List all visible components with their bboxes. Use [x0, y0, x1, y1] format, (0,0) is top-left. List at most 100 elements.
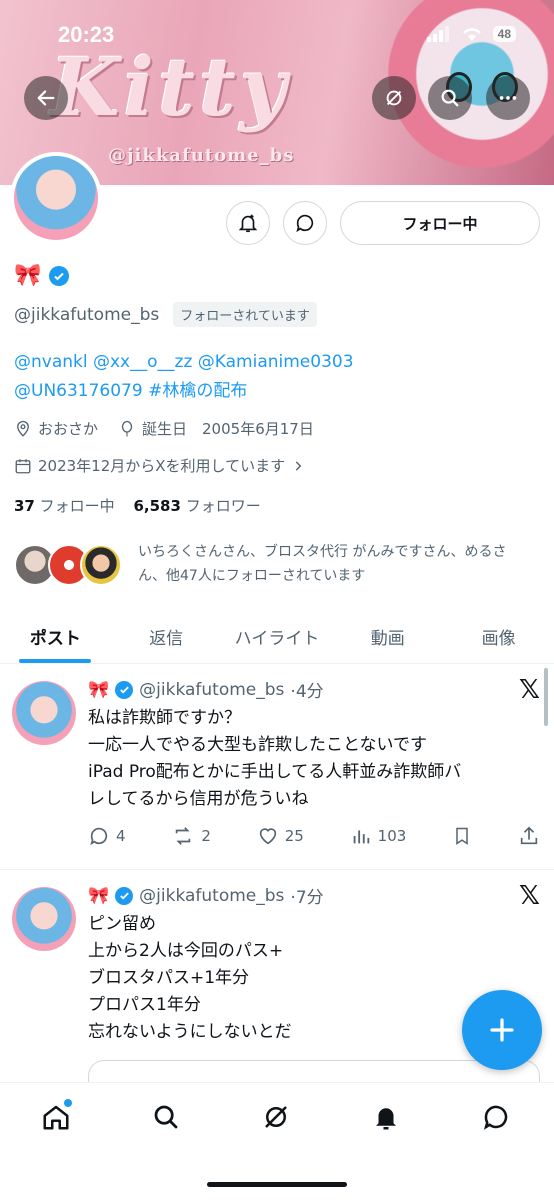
- following-label: フォロー中: [39, 497, 115, 515]
- tab-videos[interactable]: 動画: [332, 610, 443, 663]
- post-author-name: 🎀: [88, 679, 110, 700]
- post-header: 🎀 @jikkafutome_bs ·7分: [88, 883, 324, 909]
- bio-line-2[interactable]: @UN63176079 #林檎の配布: [14, 377, 534, 406]
- notify-button[interactable]: [226, 201, 270, 245]
- post-actions: 4 2 25 103: [88, 825, 540, 847]
- search-icon: [154, 1105, 178, 1129]
- profile-tabs: ポスト 返信 ハイライト 動画 画像: [0, 610, 554, 664]
- following-count: 37: [14, 497, 35, 515]
- post-header: 🎀 @jikkafutome_bs ·4分: [88, 677, 324, 703]
- followers-label: フォロワー: [185, 497, 261, 515]
- nav-notifications[interactable]: [366, 1097, 406, 1137]
- display-name: 🎀: [14, 263, 70, 288]
- grok-icon: [265, 1106, 287, 1128]
- post-text: 私は詐欺師ですか？ 一応一人でやる大型も詐欺したことないです iPad Pro配…: [88, 705, 528, 813]
- follow-counts: 37 フォロー中 6,583 フォロワー: [14, 495, 261, 516]
- followed-by-text: いちろくさんさん、ブロスタ代行 がんみですさん、めるさん、他47人にフォローされ…: [138, 544, 507, 584]
- meta-joined[interactable]: 2023年12月からXを利用しています: [14, 455, 305, 476]
- display-name-emoji: 🎀: [14, 263, 42, 288]
- post-timestamp: ·7分: [290, 888, 324, 908]
- reply-count: 4: [116, 827, 126, 845]
- post-author-handle: @jikkafutome_bs: [139, 885, 285, 906]
- share-button[interactable]: [518, 825, 540, 847]
- handle-row: @jikkafutome_bs フォローされています: [14, 302, 317, 327]
- x-logo-icon[interactable]: 𝕏: [519, 881, 540, 911]
- post-text-line: プロパス1年分: [88, 995, 201, 1015]
- post-avatar[interactable]: [12, 681, 76, 745]
- heart-icon: [259, 828, 276, 845]
- meta-location-birthday: おおさか 誕生日 2005年6月17日: [14, 418, 314, 439]
- follows-you-badge: フォローされています: [173, 302, 317, 327]
- reply-button[interactable]: 4: [88, 825, 126, 847]
- nav-search[interactable]: [146, 1097, 186, 1137]
- banner-title: Kitty: [50, 40, 291, 134]
- plus-icon: [490, 1018, 514, 1042]
- mutual-avatars: [14, 540, 124, 588]
- post-text-line: iPad Pro配布とかに手出してる人軒並み詐欺師バ: [88, 762, 462, 782]
- search-button[interactable]: [428, 76, 472, 120]
- location-pin-icon: [17, 420, 29, 437]
- nav-home[interactable]: [36, 1097, 76, 1137]
- followed-by-preview[interactable]: いちろくさんさん、ブロスタ代行 がんみですさん、めるさん、他47人にフォローされ…: [14, 540, 534, 588]
- following-button[interactable]: フォロー中: [340, 201, 540, 245]
- repost-count: 2: [201, 827, 211, 845]
- repost-button[interactable]: 2: [171, 825, 211, 847]
- arrow-left-icon: [37, 90, 55, 106]
- nav-grok[interactable]: [256, 1097, 296, 1137]
- more-icon: [499, 96, 517, 100]
- calendar-icon: [15, 458, 31, 473]
- like-button[interactable]: 25: [257, 825, 304, 847]
- joined-text: 2023年12月からXを利用しています: [38, 457, 286, 475]
- grok-icon: [386, 90, 402, 106]
- location-text: おおさか: [38, 420, 99, 438]
- scrollbar[interactable]: [544, 668, 548, 726]
- profile-avatar[interactable]: [10, 152, 102, 244]
- chat-bubble-icon: [296, 214, 314, 233]
- tab-images[interactable]: 画像: [443, 610, 554, 663]
- views-button[interactable]: 103: [350, 825, 407, 847]
- battery-level: 48: [492, 26, 516, 42]
- wifi-icon: [462, 28, 481, 41]
- tab-posts[interactable]: ポスト: [0, 610, 111, 663]
- birthday-text: 誕生日 2005年6月17日: [142, 420, 314, 438]
- post-text-line: 一応一人でやる大型も詐欺したことないです: [88, 735, 427, 755]
- following-count-link[interactable]: 37 フォロー中: [14, 497, 115, 515]
- more-button[interactable]: [486, 76, 530, 120]
- grok-button[interactable]: [372, 76, 416, 120]
- tab-replies[interactable]: 返信: [111, 610, 222, 663]
- post-text-line: ブロスタパス+1年分: [88, 968, 250, 988]
- followers-count-link[interactable]: 6,583 フォロワー: [133, 497, 260, 515]
- verified-badge-icon: [115, 680, 134, 699]
- reply-icon: [90, 827, 108, 846]
- search-icon: [441, 89, 459, 107]
- tab-highlights[interactable]: ハイライト: [222, 610, 333, 663]
- bookmark-button[interactable]: [452, 825, 472, 847]
- post-text-line: レしてるから信用が危ういね: [88, 789, 309, 809]
- post-item[interactable]: 🎀 @jikkafutome_bs ·4分 𝕏 私は詐欺師ですか？ 一応一人でや…: [0, 665, 554, 870]
- post-author-name: 🎀: [88, 885, 110, 906]
- view-count: 103: [377, 827, 407, 845]
- verified-badge-icon[interactable]: [49, 265, 70, 286]
- post-timestamp: ·4分: [290, 682, 324, 702]
- views-icon: [353, 830, 369, 844]
- verified-badge-icon: [115, 886, 134, 905]
- post-avatar[interactable]: [12, 887, 76, 951]
- profile-handle: @jikkafutome_bs: [14, 304, 160, 325]
- following-button-label: フォロー中: [402, 214, 478, 233]
- message-button[interactable]: [283, 201, 327, 245]
- chevron-right-icon: [295, 460, 302, 471]
- home-indicator[interactable]: [207, 1182, 347, 1187]
- banner-handle: @jikkafutome_bs: [108, 145, 295, 166]
- nav-messages[interactable]: [476, 1097, 516, 1137]
- bell-plus-icon: [238, 214, 258, 233]
- followers-count: 6,583: [133, 497, 181, 515]
- bell-icon: [376, 1108, 396, 1130]
- x-logo-icon[interactable]: 𝕏: [519, 675, 540, 705]
- compose-post-button[interactable]: [462, 990, 542, 1070]
- balloon-icon: [121, 420, 133, 436]
- back-button[interactable]: [24, 76, 68, 120]
- status-time: 20:23: [58, 22, 115, 47]
- post-author-handle: @jikkafutome_bs: [139, 679, 285, 700]
- bio-line-1[interactable]: @nvankl @xx__o__zz @Kamianime0303: [14, 348, 534, 377]
- signal-icon: [426, 26, 449, 42]
